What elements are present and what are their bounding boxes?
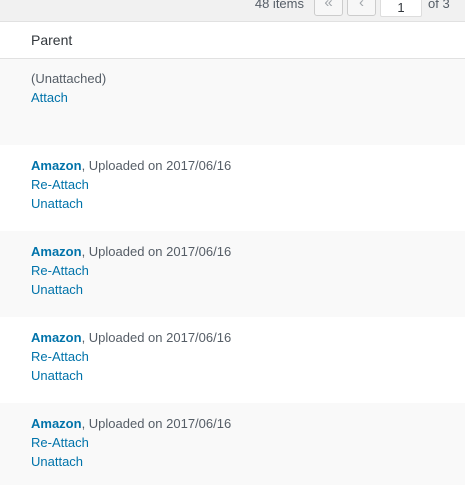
tablenav-pagination: 48 items « ‹ of 3	[0, 0, 465, 21]
upload-date: , Uploaded on 2017/06/16	[81, 416, 232, 431]
unattach-link[interactable]: Unattach	[31, 282, 83, 297]
current-page-input[interactable]	[380, 0, 422, 17]
column-header-parent[interactable]: Parent	[31, 32, 72, 48]
upload-date: , Uploaded on 2017/06/16	[81, 330, 232, 345]
reattach-link[interactable]: Re-Attach	[31, 263, 89, 278]
parent-link[interactable]: Amazon	[31, 244, 82, 259]
table-row: Amazon, Uploaded on 2017/06/16 Re-Attach…	[0, 317, 465, 403]
parent-link[interactable]: Amazon	[31, 330, 82, 345]
upload-date: , Uploaded on 2017/06/16	[81, 244, 232, 259]
table-row: Amazon, Uploaded on 2017/06/16 Re-Attach…	[0, 145, 465, 231]
unattach-link[interactable]: Unattach	[31, 196, 83, 211]
media-table: Parent (Unattached) Attach Amazon, Uploa…	[0, 21, 465, 485]
prev-page-button[interactable]: ‹	[347, 0, 376, 16]
items-count: 48 items	[254, 0, 304, 11]
unattach-link[interactable]: Unattach	[31, 368, 83, 383]
unattach-link[interactable]: Unattach	[31, 454, 83, 469]
attach-link[interactable]: Attach	[31, 90, 68, 105]
reattach-link[interactable]: Re-Attach	[31, 177, 89, 192]
unattached-label: (Unattached)	[31, 71, 107, 86]
table-row: Amazon, Uploaded on 2017/06/16 Re-Attach…	[0, 403, 465, 485]
parent-link[interactable]: Amazon	[31, 158, 82, 173]
table-row: Amazon, Uploaded on 2017/06/16 Re-Attach…	[0, 231, 465, 317]
reattach-link[interactable]: Re-Attach	[31, 435, 89, 450]
upload-date: , Uploaded on 2017/06/16	[81, 158, 232, 173]
reattach-link[interactable]: Re-Attach	[31, 349, 89, 364]
table-row: (Unattached) Attach	[0, 59, 465, 145]
first-page-button[interactable]: «	[314, 0, 343, 16]
parent-link[interactable]: Amazon	[31, 416, 82, 431]
table-header: Parent	[0, 22, 465, 59]
total-pages: of 3	[428, 0, 450, 11]
